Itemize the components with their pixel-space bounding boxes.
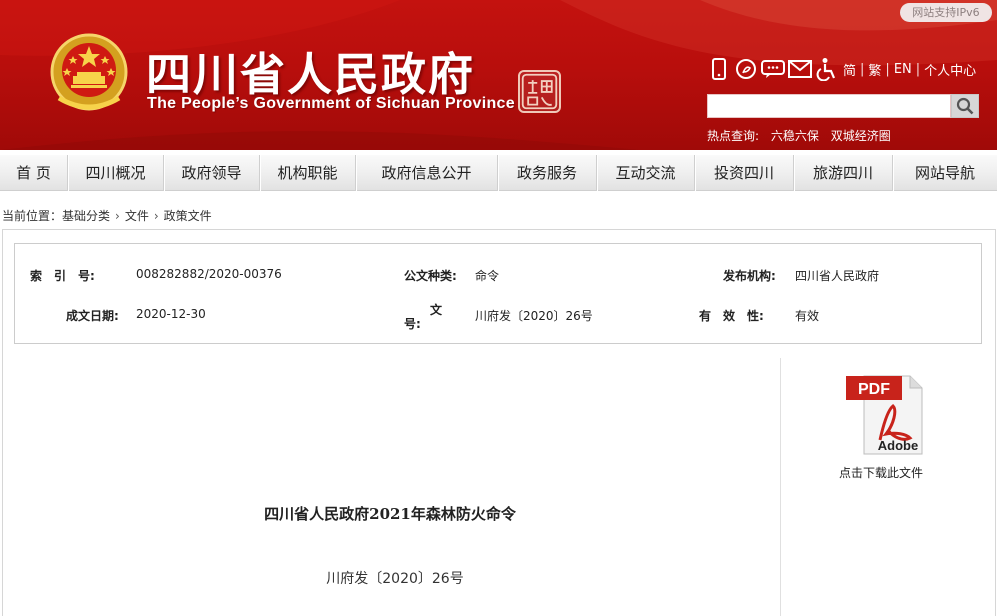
validity-value: 有效 — [795, 309, 820, 323]
nav-information-disclosure[interactable]: 政府信息公开 — [356, 155, 499, 191]
breadcrumb: 当前位置： 基础分类 › 文件 › 政策文件 — [2, 207, 212, 224]
doc-type-label: 公文种类: — [404, 269, 457, 283]
main-navigation: 首 页 四川概况 政府领导 机构职能 政府信息公开 政务服务 互动交流 投资四川… — [0, 155, 997, 191]
hot-link-chengyu[interactable]: 双城经济圈 — [831, 129, 891, 143]
document-title: 四川省人民政府2021年森林防火命令 — [264, 505, 516, 523]
nav-agency-functions[interactable]: 机构职能 — [260, 155, 357, 191]
search-button[interactable] — [951, 94, 979, 118]
wechat-icon[interactable] — [760, 57, 786, 81]
adobe-label: Adobe — [878, 438, 918, 453]
hot-search: 热点查询: 六稳六保 双城经济圈 — [707, 127, 891, 144]
issuer-label: 发布机构: — [723, 269, 776, 283]
breadcrumb-item-files[interactable]: 文件 — [125, 207, 149, 224]
index-number-label: 索 引 号: — [30, 269, 95, 283]
doc-number-label-bottom: 号: — [404, 317, 421, 331]
breadcrumb-item-policy[interactable]: 政策文件 — [164, 207, 212, 224]
search-box — [707, 94, 951, 118]
issue-date-label: 成文日期: — [66, 309, 119, 323]
language-switcher: 简 | 繁 | EN | 个人中心 — [843, 60, 977, 79]
document-number: 川府发〔2020〕26号 — [326, 571, 464, 587]
issue-date-value: 2020-12-30 — [136, 307, 206, 321]
nav-sichuan-overview[interactable]: 四川概况 — [68, 155, 165, 191]
nav-site-map[interactable]: 网站导航 — [893, 155, 997, 191]
hot-search-label: 热点查询: — [707, 129, 760, 143]
site-title[interactable]: 四川省人民政府 — [146, 38, 475, 103]
ipv6-badge: 网站支持IPv6 — [900, 3, 992, 22]
search-input[interactable] — [708, 95, 950, 117]
site-header-banner: 四川省人民政府 The People’s Government of Sichu… — [0, 0, 997, 150]
nav-invest-sichuan[interactable]: 投资四川 — [695, 155, 795, 191]
hot-link-liuwen[interactable]: 六稳六保 — [771, 129, 819, 143]
search-icon — [956, 97, 974, 115]
mail-icon[interactable] — [787, 57, 813, 81]
doc-number-value: 川府发〔2020〕26号 — [475, 309, 593, 323]
sichuan-seal-icon — [518, 70, 561, 113]
site-title-english: The People’s Government of Sichuan Provi… — [147, 95, 515, 112]
national-emblem-icon — [50, 33, 128, 111]
pdf-download-button[interactable]: PDF Adobe — [844, 372, 924, 456]
lang-traditional-link[interactable]: 繁 — [868, 60, 881, 79]
accessibility-icon[interactable] — [814, 57, 840, 81]
pdf-file-icon: PDF Adobe — [846, 375, 923, 455]
doc-type-value: 命令 — [475, 269, 500, 283]
nav-government-leaders[interactable]: 政府领导 — [164, 155, 261, 191]
breadcrumb-separator: › — [115, 208, 120, 223]
index-number-value: 008282882/2020-00376 — [136, 267, 282, 281]
nav-interaction[interactable]: 互动交流 — [597, 155, 696, 191]
nav-travel-sichuan[interactable]: 旅游四川 — [794, 155, 894, 191]
header-toolbar: 简 | 繁 | EN | 个人中心 — [706, 56, 976, 82]
personal-center-link[interactable]: 个人中心 — [924, 60, 976, 79]
doc-number-label-top: 文 — [430, 303, 443, 317]
weibo-icon[interactable] — [733, 57, 759, 81]
breadcrumb-label: 当前位置： — [2, 209, 63, 223]
mobile-icon[interactable] — [706, 57, 732, 81]
issuer-value: 四川省人民政府 — [795, 269, 880, 283]
lang-english-link[interactable]: EN — [894, 62, 912, 77]
lang-simplified-link[interactable]: 简 — [843, 60, 856, 79]
validity-label: 有 效 性: — [699, 309, 764, 323]
breadcrumb-separator: › — [153, 208, 159, 223]
document-metadata-panel: 索 引 号: 008282882/2020-00376 公文种类: 命令 发布机… — [14, 243, 982, 344]
pdf-download-link[interactable]: 点击下载此文件 — [839, 464, 923, 481]
pdf-label: PDF — [858, 381, 890, 398]
breadcrumb-item-basic[interactable]: 基础分类 — [62, 207, 110, 224]
nav-home[interactable]: 首 页 — [0, 155, 69, 191]
nav-government-services[interactable]: 政务服务 — [498, 155, 598, 191]
